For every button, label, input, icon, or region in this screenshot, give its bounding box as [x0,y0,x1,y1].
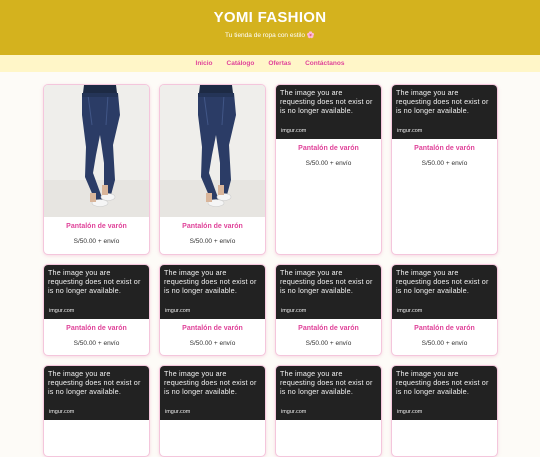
product-card[interactable]: The image you are requesting does not ex… [159,264,266,356]
product-name: Pantalón de varón [182,325,243,332]
missing-image-source: imgur.com [281,308,307,314]
missing-image-source: imgur.com [49,409,75,415]
product-price: S/50.00 + envío [73,340,120,347]
product-name: Pantalón de varón [182,223,243,230]
missing-image-message: The image you are requesting does not ex… [164,268,257,296]
product-price: S/50.00 + envío [73,238,120,245]
product-card[interactable]: The image you are requesting does not ex… [275,264,382,356]
missing-image-placeholder: The image you are requesting does not ex… [392,85,497,139]
product-name: Pantalón de varón [414,325,475,332]
missing-image-placeholder: The image you are requesting does not ex… [276,265,381,319]
missing-image-placeholder: The image you are requesting does not ex… [276,85,381,139]
product-card[interactable]: The image you are requesting does not ex… [391,84,498,255]
missing-image-message: The image you are requesting does not ex… [396,369,489,397]
product-name: Pantalón de varón [66,223,127,230]
product-card[interactable]: The image you are requesting does not ex… [43,365,150,457]
product-card[interactable]: The image you are requesting does not ex… [159,365,266,457]
missing-image-source: imgur.com [281,128,307,134]
missing-image-placeholder: The image you are requesting does not ex… [160,265,265,319]
missing-image-message: The image you are requesting does not ex… [396,88,489,116]
missing-image-placeholder: The image you are requesting does not ex… [44,366,149,420]
product-image [160,85,265,217]
missing-image-source: imgur.com [397,409,423,415]
missing-image-message: The image you are requesting does not ex… [280,88,373,116]
nav-link-inicio[interactable]: Inicio [196,60,213,67]
product-card[interactable]: Pantalón de varón S/50.00 + envío [43,84,150,255]
main-nav: Inicio Catálogo Ofertas Contáctanos [0,55,540,72]
nav-link-catalogo[interactable]: Catálogo [227,60,255,67]
product-name: Pantalón de varón [298,325,359,332]
missing-image-source: imgur.com [281,409,307,415]
product-card[interactable]: The image you are requesting does not ex… [43,264,150,356]
jeans-photo [44,85,149,217]
nav-link-ofertas[interactable]: Ofertas [268,60,291,67]
missing-image-placeholder: The image you are requesting does not ex… [276,366,381,420]
product-price: S/50.00 + envío [189,238,236,245]
missing-image-source: imgur.com [49,308,75,314]
site-title: YOMI FASHION [213,9,327,26]
product-name: Pantalón de varón [66,325,127,332]
missing-image-message: The image you are requesting does not ex… [280,369,373,397]
missing-image-message: The image you are requesting does not ex… [396,268,489,296]
product-price: S/50.00 + envío [305,160,352,167]
missing-image-source: imgur.com [165,308,191,314]
product-price: S/50.00 + envío [421,340,468,347]
missing-image-placeholder: The image you are requesting does not ex… [392,265,497,319]
product-image [44,85,149,217]
product-name: Pantalón de varón [298,145,359,152]
product-card[interactable]: The image you are requesting does not ex… [275,84,382,255]
missing-image-message: The image you are requesting does not ex… [48,369,141,397]
missing-image-placeholder: The image you are requesting does not ex… [392,366,497,420]
missing-image-message: The image you are requesting does not ex… [280,268,373,296]
missing-image-source: imgur.com [397,308,423,314]
product-card[interactable]: The image you are requesting does not ex… [275,365,382,457]
product-price: S/50.00 + envío [421,160,468,167]
missing-image-source: imgur.com [165,409,191,415]
nav-link-contactanos[interactable]: Contáctanos [305,60,344,67]
jeans-photo [160,85,265,217]
product-card[interactable]: The image you are requesting does not ex… [391,365,498,457]
product-price: S/50.00 + envío [189,340,236,347]
site-header: YOMI FASHION Tu tienda de ropa con estil… [0,0,540,55]
missing-image-source: imgur.com [397,128,423,134]
missing-image-placeholder: The image you are requesting does not ex… [44,265,149,319]
product-card[interactable]: The image you are requesting does not ex… [391,264,498,356]
product-card[interactable]: Pantalón de varón S/50.00 + envío [159,84,266,255]
site-tagline: Tu tienda de ropa con estilo 🌸 [225,32,315,39]
product-name: Pantalón de varón [414,145,475,152]
missing-image-message: The image you are requesting does not ex… [48,268,141,296]
missing-image-message: The image you are requesting does not ex… [164,369,257,397]
missing-image-placeholder: The image you are requesting does not ex… [160,366,265,420]
product-price: S/50.00 + envío [305,340,352,347]
